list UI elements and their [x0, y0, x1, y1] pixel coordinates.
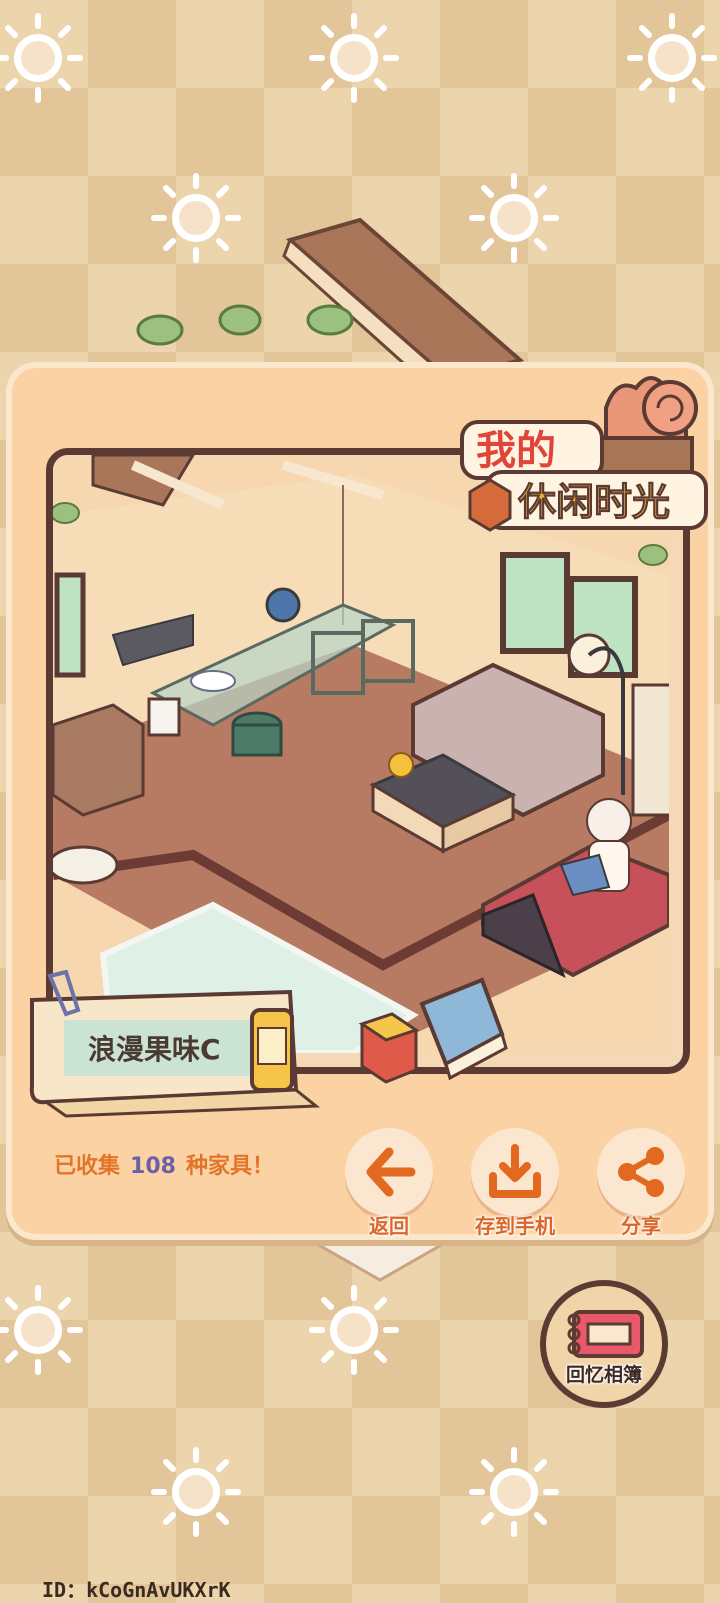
save-button-circle[interactable] [471, 1128, 559, 1216]
back-button-circle[interactable] [345, 1128, 433, 1216]
furniture-count: 108 [130, 1154, 176, 1179]
save-button-label: 存到手机 [475, 1214, 555, 1238]
room-name-card: 浪漫果味C [26, 970, 326, 1120]
back-button-label: 返回 [369, 1214, 409, 1238]
share-button-circle[interactable] [597, 1128, 685, 1216]
room-name-label: 浪漫果味C [88, 1033, 221, 1066]
count-suffix: 种家具！ [185, 1154, 274, 1179]
furniture-count-text: 已收集 108 种家具！ [54, 1148, 274, 1180]
memory-album-label: 回忆相簿 [565, 1364, 642, 1386]
sun-decoration-icon [151, 1447, 241, 1537]
share-button-label: 分享 [621, 1214, 661, 1238]
arrow-left-icon [366, 1147, 416, 1197]
share-icon [618, 1147, 664, 1197]
logo-line2: 休闲时光 [517, 480, 670, 524]
download-icon [489, 1144, 541, 1198]
logo-line1: 我的 [476, 428, 556, 474]
count-prefix: 已收集 [54, 1154, 121, 1179]
share-button[interactable]: 分享 [586, 1128, 696, 1239]
memory-album-button[interactable]: 回忆相簿 [540, 1280, 668, 1408]
sun-decoration-icon [0, 13, 83, 103]
save-to-phone-button[interactable]: 存到手机 [460, 1128, 570, 1239]
sun-decoration-icon [309, 13, 399, 103]
room-snapshot-panel: 我的 休闲时光 浪漫果味C 已收集 108 种家具！ 返回 存到手机 分享 [12, 368, 708, 1238]
user-id-label: ID：kCoGnAvUKXrK [42, 1578, 231, 1602]
cube-and-book-decoration [358, 977, 508, 1084]
back-button[interactable]: 返回 [334, 1128, 444, 1239]
sun-decoration-icon [627, 13, 717, 103]
game-title-logo: 我的 休闲时光 [460, 376, 708, 532]
sun-decoration-icon [469, 1447, 559, 1537]
